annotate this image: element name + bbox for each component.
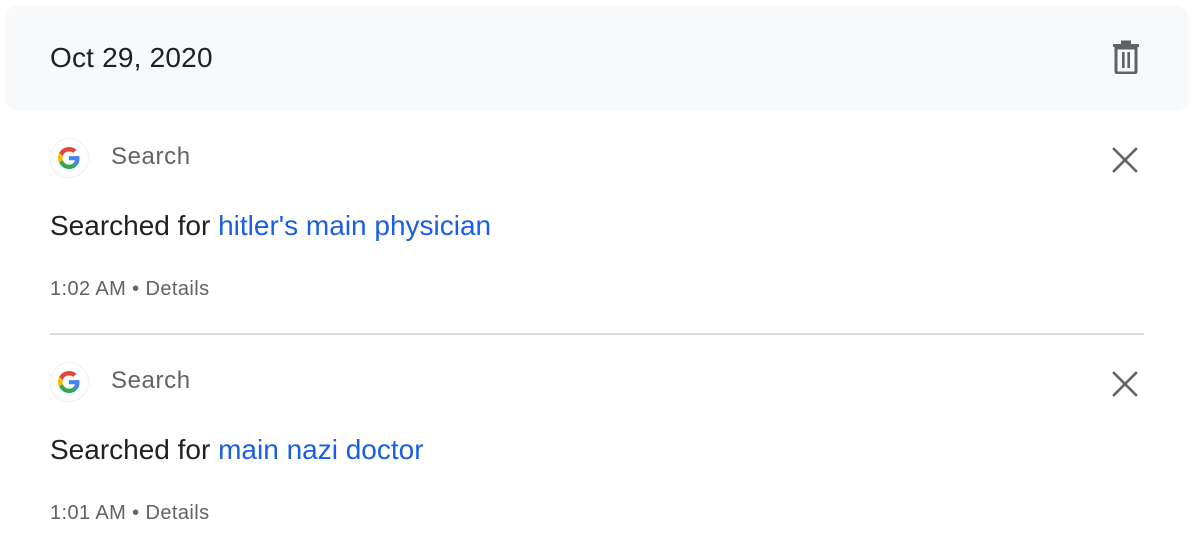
activity-page: Oct 29, 2020 Search Searched for hitler'… bbox=[0, 0, 1192, 540]
details-link[interactable]: Details bbox=[146, 502, 210, 524]
activity-meta: 1:01 AM • Details bbox=[50, 500, 209, 526]
activity-prefix: Searched for bbox=[50, 210, 211, 241]
activity-time: 1:02 AM bbox=[50, 278, 127, 300]
entry-divider bbox=[50, 333, 1144, 335]
details-link[interactable]: Details bbox=[146, 278, 210, 300]
close-icon bbox=[1112, 370, 1138, 402]
activity-description: Searched for hitler's main physician bbox=[50, 208, 491, 244]
remove-entry-button[interactable] bbox=[1104, 141, 1146, 183]
meta-separator: • bbox=[132, 502, 140, 524]
delete-day-button[interactable] bbox=[1106, 37, 1146, 81]
activity-meta: 1:02 AM • Details bbox=[50, 276, 209, 302]
date-heading: Oct 29, 2020 bbox=[50, 42, 213, 73]
product-label: Search bbox=[111, 143, 191, 170]
search-query-link[interactable]: main nazi doctor bbox=[218, 434, 423, 465]
close-icon bbox=[1112, 146, 1138, 178]
date-group-header: Oct 29, 2020 bbox=[6, 5, 1188, 111]
activity-description: Searched for main nazi doctor bbox=[50, 432, 424, 468]
product-label: Search bbox=[111, 367, 191, 394]
trash-icon bbox=[1112, 40, 1140, 79]
search-query-link[interactable]: hitler's main physician bbox=[218, 210, 491, 241]
remove-entry-button[interactable] bbox=[1104, 365, 1146, 407]
meta-separator: • bbox=[132, 278, 140, 300]
activity-prefix: Searched for bbox=[50, 434, 211, 465]
google-g-icon bbox=[50, 363, 88, 401]
google-g-icon bbox=[50, 139, 88, 177]
activity-time: 1:01 AM bbox=[50, 502, 127, 524]
